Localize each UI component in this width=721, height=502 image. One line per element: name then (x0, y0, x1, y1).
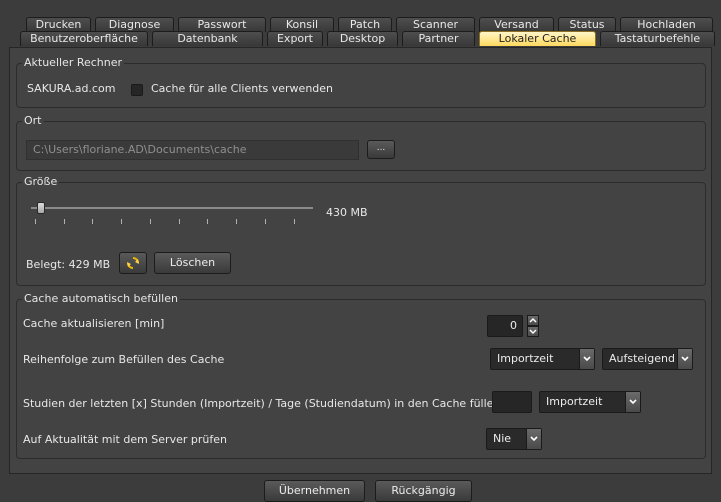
chevron-down-icon[interactable] (526, 429, 541, 449)
location-title: Ort (22, 114, 44, 128)
apply-button[interactable]: Übernehmen (264, 480, 365, 502)
refresh-interval-input[interactable]: 0 (487, 315, 523, 337)
refresh-icon (126, 256, 140, 277)
size-value-label: 430 MB (326, 206, 368, 219)
studies-range-type-value: Importzeit (546, 395, 603, 408)
tab-versand[interactable]: Versand (479, 17, 554, 32)
shared-cache-label: Cache für alle Clients verwenden (151, 82, 334, 95)
server-check-select[interactable]: Nie (486, 428, 542, 450)
tab-tastaturbefehle[interactable]: Tastaturbefehle (600, 31, 715, 46)
tab-partner[interactable]: Partner (402, 31, 475, 46)
tab-diagnose[interactable]: Diagnose (95, 17, 174, 32)
current-computer-title: Aktueller Rechner (22, 56, 125, 70)
autofill-title: Cache automatisch befüllen (22, 292, 180, 306)
studies-range-label: Studien der letzten [x] Stunden (Importz… (23, 397, 501, 410)
browse-button[interactable]: ... (367, 140, 395, 159)
tab-status[interactable]: Status (558, 17, 616, 32)
size-slider-thumb[interactable] (36, 202, 45, 214)
size-slider-track[interactable] (31, 207, 313, 209)
tab-export[interactable]: Export (267, 31, 323, 46)
fill-order-field-select[interactable]: Importzeit (490, 348, 595, 370)
tab-drucken[interactable]: Drucken (26, 17, 91, 32)
server-check-value: Nie (493, 432, 512, 445)
shared-cache-checkbox[interactable] (131, 84, 143, 96)
tab-desktop[interactable]: Desktop (327, 31, 398, 46)
refresh-interval-label: Cache aktualisieren [min] (23, 317, 165, 330)
fill-order-label: Reihenfolge zum Befüllen des Cache (23, 353, 225, 366)
tab-row-1: Drucken Diagnose Passwort Konsil Patch S… (26, 17, 713, 32)
tab-scanner[interactable]: Scanner (396, 17, 475, 32)
server-check-label: Auf Aktualität mit dem Server prüfen (23, 433, 227, 446)
chevron-down-icon[interactable] (527, 326, 539, 337)
tab-konsil[interactable]: Konsil (270, 17, 334, 32)
host-name: SAKURA.ad.com (27, 82, 116, 95)
used-size-label: Belegt: 429 MB (26, 258, 111, 271)
refresh-button[interactable] (119, 252, 147, 274)
size-title: Größe (22, 175, 60, 189)
studies-range-input[interactable] (492, 391, 532, 413)
revert-button[interactable]: Rückgängig (375, 480, 472, 502)
chevron-down-icon[interactable] (579, 349, 594, 369)
refresh-interval-stepper[interactable] (527, 315, 539, 337)
tab-passwort[interactable]: Passwort (178, 17, 266, 32)
tab-row-2: Benutzeroberfläche Datenbank Export Desk… (20, 31, 715, 46)
tab-benutzeroberflaeche[interactable]: Benutzeroberfläche (20, 31, 148, 46)
tab-hochladen[interactable]: Hochladen (620, 17, 713, 32)
fill-order-field-value: Importzeit (497, 352, 554, 365)
studies-range-type-select[interactable]: Importzeit (539, 391, 641, 413)
chevron-up-icon[interactable] (527, 315, 539, 326)
tab-lokaler-cache[interactable]: Lokaler Cache (479, 31, 596, 46)
tab-patch[interactable]: Patch (338, 17, 392, 32)
chevron-down-icon[interactable] (677, 349, 692, 369)
fill-order-direction-select[interactable]: Aufsteigend (602, 348, 693, 370)
delete-cache-button[interactable]: Löschen (154, 252, 231, 274)
tab-datenbank[interactable]: Datenbank (152, 31, 263, 46)
fill-order-direction-value: Aufsteigend (609, 352, 675, 365)
chevron-down-icon[interactable] (625, 392, 640, 412)
cache-path-field[interactable]: C:\Users\floriane.AD\Documents\cache (26, 140, 359, 160)
